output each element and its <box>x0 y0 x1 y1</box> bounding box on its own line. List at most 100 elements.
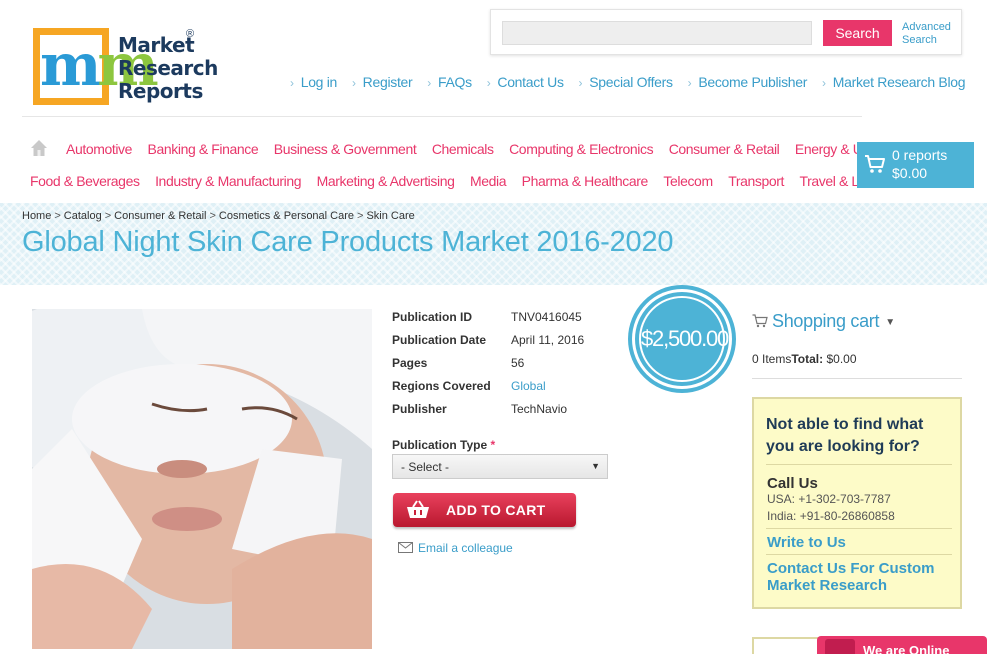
breadcrumb-separator: > <box>104 210 112 222</box>
help-box: Not able to find what you are looking fo… <box>752 397 962 609</box>
become-publisher-link[interactable]: Become Publisher <box>688 74 807 90</box>
search-input[interactable] <box>502 21 812 45</box>
category-business-government[interactable]: Business & Government <box>274 141 417 157</box>
india-phone: India: +91-80-26860858 <box>767 509 895 523</box>
breadcrumb-cosmetics[interactable]: Cosmetics & Personal Care <box>219 210 354 222</box>
cart-icon <box>752 314 768 328</box>
logo-line-2: Research <box>118 56 218 80</box>
detail-value: TNV0416045 <box>511 310 582 324</box>
logo-text: Market Research Reports <box>118 34 218 103</box>
price-badge: $2,500.00 <box>632 289 732 389</box>
faqs-link[interactable]: FAQs <box>427 74 472 90</box>
detail-label: Publication ID <box>392 310 473 324</box>
cart-total-label: Total: <box>791 352 824 366</box>
chat-icon <box>825 639 855 654</box>
sidebar-next-box <box>752 637 822 654</box>
category-transport[interactable]: Transport <box>728 173 784 189</box>
site-logo[interactable]: mm Market Research Reports ® <box>33 28 218 108</box>
category-industry-manufacturing[interactable]: Industry & Manufacturing <box>155 173 301 189</box>
category-automotive[interactable]: Automotive <box>66 141 132 157</box>
detail-value: April 11, 2016 <box>511 333 585 347</box>
detail-value: 56 <box>511 356 525 370</box>
login-link[interactable]: Log in <box>290 74 338 90</box>
publication-type-text: Publication Type <box>392 438 488 452</box>
required-mark: * <box>490 438 496 452</box>
price-value: $2,500.00 <box>639 296 729 382</box>
product-photo <box>32 309 372 649</box>
live-chat-tab[interactable]: We are Online <box>817 636 987 654</box>
nav-divider <box>22 116 862 117</box>
category-computing-electronics[interactable]: Computing & Electronics <box>509 141 653 157</box>
select-value: - Select - <box>401 460 450 474</box>
category-marketing-advertising[interactable]: Marketing & Advertising <box>317 173 455 189</box>
category-food-beverages[interactable]: Food & Beverages <box>30 173 140 189</box>
breadcrumb-catalog[interactable]: Catalog <box>64 210 102 222</box>
registered-mark: ® <box>186 28 195 40</box>
product-image <box>32 309 372 649</box>
help-question: Not able to find what you are looking fo… <box>766 416 924 455</box>
breadcrumb-skin-care[interactable]: Skin Care <box>366 210 414 222</box>
breadcrumb-separator: > <box>357 210 364 222</box>
basket-icon <box>407 500 429 518</box>
category-banking-finance[interactable]: Banking & Finance <box>148 141 259 157</box>
write-to-us-link[interactable]: Write to Us <box>767 534 957 551</box>
market-research-blog-link[interactable]: Market Research Blog <box>822 74 966 90</box>
custom-research-link[interactable]: Contact Us For Custom Market Research <box>767 560 957 594</box>
advanced-search-line-2: Search <box>902 34 937 46</box>
breadcrumb-home[interactable]: Home <box>22 210 51 222</box>
logo-m-icon: mm <box>40 31 159 99</box>
shopping-cart-heading[interactable]: Shopping cart ▼ <box>752 311 895 332</box>
cart-summary-button[interactable]: 0 reports $0.00 <box>857 142 974 188</box>
cart-icon <box>865 155 885 173</box>
category-consumer-retail[interactable]: Consumer & Retail <box>669 141 780 157</box>
top-links: Log in Register FAQs Contact Us Special … <box>290 74 966 90</box>
detail-label: Publication Date <box>392 333 487 347</box>
special-offers-link[interactable]: Special Offers <box>579 74 673 90</box>
call-us-heading: Call Us <box>767 475 818 492</box>
add-to-cart-button[interactable]: ADD TO CART <box>393 493 576 527</box>
usa-phone: USA: +1-302-703-7787 <box>767 492 891 506</box>
help-divider <box>766 464 952 465</box>
logo-line-1: Market <box>118 33 195 57</box>
publication-type-label: Publication Type * <box>392 438 495 452</box>
detail-label: Pages <box>392 356 428 370</box>
publication-type-select[interactable]: - Select - ▼ <box>392 454 608 479</box>
home-icon[interactable] <box>30 139 48 157</box>
logo-line-3: Reports <box>118 79 203 103</box>
category-nav-row-2: Food & Beverages Industry & Manufacturin… <box>30 173 907 189</box>
shopping-cart-summary: 0 ItemsTotal: $0.00 <box>752 352 857 366</box>
sidebar-divider <box>752 378 962 379</box>
advanced-search-link[interactable]: Advanced Search <box>902 21 951 47</box>
detail-label: Regions Covered <box>392 379 491 393</box>
category-telecom[interactable]: Telecom <box>663 173 713 189</box>
cart-items-count: 0 Items <box>752 352 792 366</box>
logo-mark: mm <box>33 28 159 105</box>
help-divider <box>766 554 952 555</box>
chevron-down-icon: ▼ <box>591 461 600 471</box>
breadcrumb-separator: > <box>209 210 216 222</box>
advanced-search-line-1: Advanced <box>902 21 951 33</box>
breadcrumb-consumer-retail[interactable]: Consumer & Retail <box>114 210 206 222</box>
help-divider <box>766 528 952 529</box>
category-media[interactable]: Media <box>470 173 507 189</box>
breadcrumb-separator: > <box>54 210 61 222</box>
email-colleague-label: Email a colleague <box>418 541 513 555</box>
region-link[interactable]: Global <box>511 379 546 393</box>
detail-value: TechNavio <box>511 402 568 416</box>
search-button[interactable]: Search <box>823 20 892 46</box>
register-link[interactable]: Register <box>352 74 413 90</box>
contact-us-link[interactable]: Contact Us <box>487 74 564 90</box>
chevron-down-icon: ▼ <box>885 317 895 328</box>
add-to-cart-label: ADD TO CART <box>446 502 546 518</box>
search-panel: Search Advanced Search <box>490 9 962 55</box>
cart-report-count: 0 reports <box>892 147 948 163</box>
detail-label: Publisher <box>392 402 447 416</box>
category-pharma-healthcare[interactable]: Pharma & Healthcare <box>522 173 649 189</box>
email-colleague-link[interactable]: Email a colleague <box>398 541 513 555</box>
shopping-cart-title: Shopping cart <box>772 311 880 331</box>
page-title: Global Night Skin Care Products Market 2… <box>22 226 674 258</box>
chat-label: We are Online <box>863 643 950 654</box>
category-chemicals[interactable]: Chemicals <box>432 141 494 157</box>
category-nav-row-1: Automotive Banking & Finance Business & … <box>66 141 906 157</box>
envelope-icon <box>398 542 413 553</box>
